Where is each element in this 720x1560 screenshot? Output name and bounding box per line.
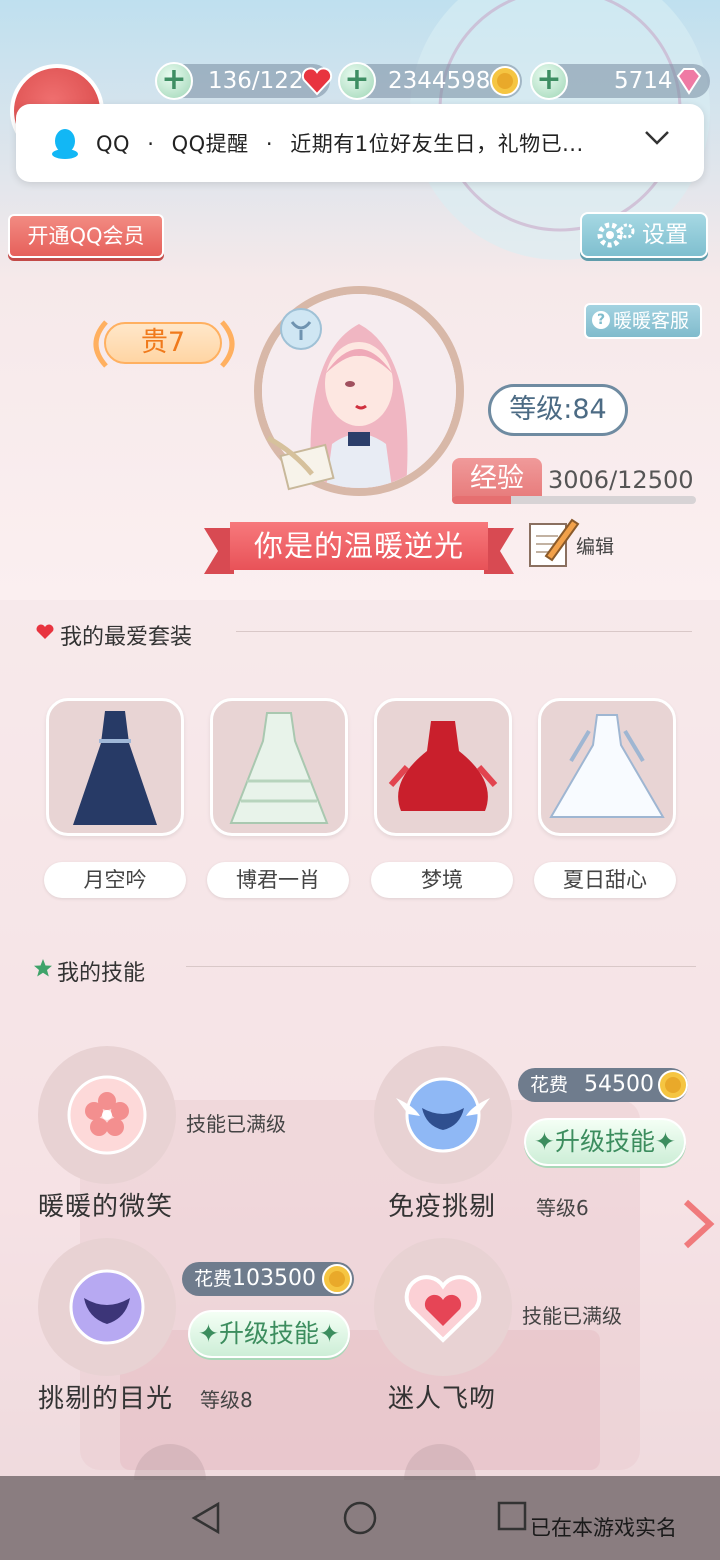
outfit-thumbnail-2[interactable] <box>210 698 348 836</box>
upgrade-label: ✦升级技能✦ <box>198 1319 340 1348</box>
heart-icon <box>301 67 333 96</box>
add-stamina-button[interactable]: + <box>155 62 193 100</box>
chevron-down-icon[interactable] <box>644 130 670 146</box>
gold-value: 2344598 <box>388 68 491 94</box>
exp-label: 经验 <box>452 458 542 500</box>
gown-icon <box>73 711 157 825</box>
cost-value: 103500 <box>232 1266 316 1291</box>
sakura-icon <box>67 1075 147 1155</box>
exp-value: 3006/12500 <box>548 466 694 494</box>
skill-status-kiss: 技能已满级 <box>522 1304 622 1328</box>
customer-service-button[interactable]: ? 暖暖客服 <box>584 303 702 339</box>
heart-bullet-icon <box>36 624 54 639</box>
gown-icon <box>388 721 498 811</box>
diamond-icon <box>676 68 702 95</box>
skill-icon-critical-eye[interactable] <box>38 1238 176 1376</box>
heart-icon <box>404 1275 482 1343</box>
diamond-value: 5714 <box>614 68 673 94</box>
star-bullet-icon <box>34 959 52 977</box>
skill-name-smile: 暖暖的微笑 <box>38 1192 174 1222</box>
upgrade-label: ✦升级技能✦ <box>534 1127 676 1156</box>
noble-rank-badge[interactable]: 贵7 <box>104 322 222 364</box>
gear-icon <box>597 222 635 248</box>
exp-progress-bar <box>452 496 696 504</box>
qq-penguin-icon <box>52 129 78 159</box>
settings-label: 设置 <box>642 222 688 248</box>
signature-ribbon: 你是的温暖逆光 <box>204 520 514 576</box>
skill-level-immune: 等级6 <box>536 1196 589 1220</box>
notification-text: QQ · QQ提醒 · 近期有1位好友生日，礼物已... <box>96 132 584 156</box>
letter-quill-icon <box>266 435 335 491</box>
realname-notice: 已在本游戏实名 <box>530 1516 677 1540</box>
outfit-thumbnail-4[interactable] <box>538 698 676 836</box>
cost-label: 花费 <box>530 1074 569 1096</box>
skill-icon-kiss[interactable] <box>374 1238 512 1376</box>
notification-app: QQ <box>96 132 131 156</box>
recents-square-icon[interactable] <box>496 1500 528 1534</box>
upgrade-skill-critical-eye-button[interactable]: ✦升级技能✦ <box>188 1310 350 1358</box>
outfit-thumbnail-3[interactable] <box>374 698 512 836</box>
gown-icon <box>229 712 329 824</box>
skills-divider <box>186 966 696 967</box>
player-level: 等级:84 <box>488 384 628 436</box>
add-gold-button[interactable]: + <box>338 62 376 100</box>
back-triangle-icon[interactable] <box>190 1500 222 1536</box>
skill-name-immune: 免疫挑剔 <box>388 1192 497 1222</box>
mask-icon <box>69 1269 145 1345</box>
gold-coin-icon <box>490 66 520 96</box>
qq-notification[interactable]: QQ · QQ提醒 · 近期有1位好友生日，礼物已... <box>16 104 704 182</box>
help-icon: ? <box>592 311 610 329</box>
outfit-name-4: 夏日甜心 <box>534 862 676 898</box>
edit-signature-button[interactable]: 编辑 <box>526 512 636 572</box>
winged-mask-icon <box>396 1077 490 1153</box>
edit-label: 编辑 <box>576 536 615 558</box>
skills-title: 我的技能 <box>57 961 146 986</box>
notification-message: 近期有1位好友生日，礼物已... <box>290 132 584 156</box>
gold-coin-icon <box>658 1070 688 1100</box>
signature-text: 你是的温暖逆光 <box>230 522 488 570</box>
skill-icon-immune[interactable] <box>374 1046 512 1184</box>
chevron-right-icon[interactable] <box>678 1198 718 1250</box>
gown-icon <box>549 714 665 818</box>
outfit-name-2: 博君一肖 <box>207 862 349 898</box>
skill-name-kiss: 迷人飞吻 <box>388 1384 497 1414</box>
favorites-title: 我的最爱套装 <box>60 625 193 650</box>
upgrade-skill-immune-button[interactable]: ✦升级技能✦ <box>524 1118 686 1166</box>
favorites-divider <box>236 631 692 632</box>
skill-name-critical-eye: 挑剔的目光 <box>38 1384 174 1414</box>
home-circle-icon[interactable] <box>342 1500 378 1536</box>
pencil-note-icon <box>529 518 580 567</box>
skill-level-critical-eye: 等级8 <box>200 1388 253 1412</box>
open-qq-vip-button[interactable]: 开通QQ会员 <box>8 214 164 258</box>
add-diamond-button[interactable]: + <box>530 62 568 100</box>
cost-label: 花费 <box>194 1268 233 1290</box>
outfit-thumbnail-1[interactable] <box>46 698 184 836</box>
avatar-zodiac-icon <box>280 308 322 350</box>
settings-button[interactable]: 设置 <box>580 212 708 258</box>
stamina-value: 136/122 <box>208 68 304 94</box>
cost-value: 54500 <box>584 1072 654 1097</box>
outfit-name-1: 月空吟 <box>44 862 186 898</box>
outfit-name-3: 梦境 <box>371 862 513 898</box>
skill-status-smile: 技能已满级 <box>186 1112 286 1136</box>
notification-channel: QQ提醒 <box>171 132 249 156</box>
skill-icon-smile[interactable] <box>38 1046 176 1184</box>
exp-progress-fill <box>452 496 511 504</box>
gold-coin-icon <box>322 1264 352 1294</box>
customer-service-label: 暖暖客服 <box>613 310 690 332</box>
